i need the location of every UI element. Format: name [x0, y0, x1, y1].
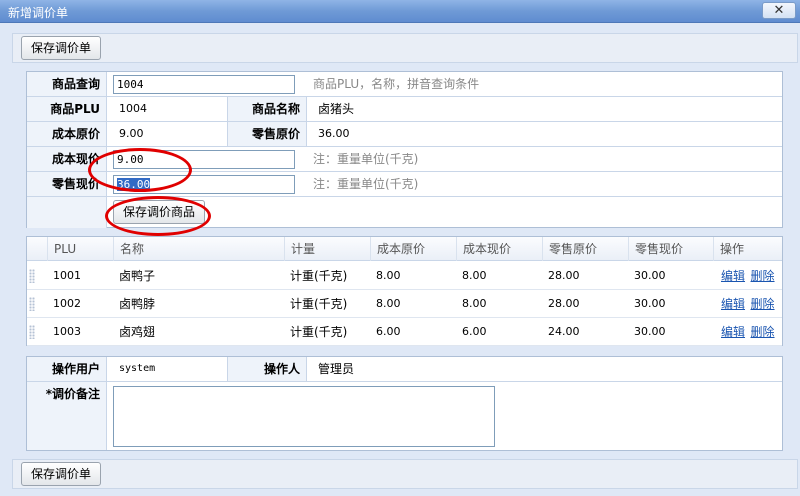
name-label: 商品名称 [227, 97, 307, 121]
row-cost-orig: 6.00 [376, 325, 401, 338]
user-value: system [119, 363, 156, 374]
row-plu: 1002 [53, 297, 81, 310]
row-name: 卤鸡翅 [119, 325, 156, 339]
edit-link[interactable]: 编辑 [721, 269, 745, 283]
col-unit: 计量 [284, 237, 370, 261]
row-retail-now: 30.00 [634, 269, 666, 282]
col-plu: PLU [47, 237, 119, 261]
col-cost-now: 成本现价 [456, 237, 542, 261]
row-name: 卤鸭脖 [119, 297, 156, 311]
row-retail-orig: 28.00 [548, 297, 580, 310]
window-titlebar: 新增调价单 ✕ [0, 0, 800, 23]
delete-link[interactable]: 删除 [751, 297, 775, 311]
query-input[interactable]: 1004 [113, 75, 295, 94]
delete-link[interactable]: 删除 [751, 269, 775, 283]
orig-price-row: 成本原价 9.00 零售原价 36.00 [27, 122, 782, 147]
row-retail-now: 30.00 [634, 325, 666, 338]
plu-label: 商品PLU [27, 97, 107, 121]
row-retail-now: 30.00 [634, 297, 666, 310]
save-order-button-top[interactable]: 保存调价单 [21, 36, 101, 60]
row-actions: 编辑 删除 [715, 318, 775, 346]
user-label: 操作用户 [27, 357, 107, 381]
plu-value: 1004 [119, 102, 147, 115]
table-row: 1001 卤鸭子 计重(千克) 8.00 8.00 28.00 30.00 编辑… [27, 262, 782, 290]
row-name: 卤鸭子 [119, 269, 156, 283]
row-retail-orig: 28.00 [548, 269, 580, 282]
query-row: 商品查询 1004 商品PLU，名称，拼音查询条件 [27, 72, 782, 97]
edit-link[interactable]: 编辑 [721, 325, 745, 339]
plu-row: 商品PLU 1004 商品名称 卤猪头 [27, 97, 782, 122]
row-unit: 计重(千克) [290, 297, 348, 311]
row-actions: 编辑 删除 [715, 262, 775, 290]
save-order-button-bottom[interactable]: 保存调价单 [21, 462, 101, 486]
row-unit: 计重(千克) [290, 325, 348, 339]
row-actions: 编辑 删除 [715, 290, 775, 318]
item-grid: PLU 名称 计量 成本原价 成本现价 零售原价 零售现价 操作 1001 卤鸭… [26, 236, 783, 346]
row-cost-now: 8.00 [462, 297, 487, 310]
order-info-panel: 操作用户 system 操作人 管理员 *调价备注 [26, 356, 783, 451]
col-name: 名称 [113, 237, 285, 261]
delete-link[interactable]: 删除 [751, 325, 775, 339]
drag-handle-icon[interactable] [29, 297, 35, 311]
retail-now-hint: 注：重量单位(千克) [313, 177, 419, 191]
row-cost-orig: 8.00 [376, 297, 401, 310]
note-label: *调价备注 [27, 382, 107, 450]
row-unit: 计重(千克) [290, 269, 348, 283]
bottom-toolbar: 保存调价单 [12, 459, 798, 489]
drag-handle-icon[interactable] [29, 269, 35, 283]
retail-orig-label: 零售原价 [227, 122, 307, 146]
grid-header: PLU 名称 计量 成本原价 成本现价 零售原价 零售现价 操作 [27, 237, 782, 261]
row-plu: 1003 [53, 325, 81, 338]
operator-label: 操作人 [227, 357, 307, 381]
table-row: 1002 卤鸭脖 计重(千克) 8.00 8.00 28.00 30.00 编辑… [27, 290, 782, 318]
operator-value: 管理员 [318, 362, 355, 376]
col-retail-now: 零售现价 [628, 237, 714, 261]
row-plu: 1001 [53, 269, 81, 282]
table-row: 1003 卤鸡翅 计重(千克) 6.00 6.00 24.00 30.00 编辑… [27, 318, 782, 346]
row-cost-now: 8.00 [462, 269, 487, 282]
cost-orig-label: 成本原价 [27, 122, 107, 146]
window-title: 新增调价单 [8, 6, 69, 20]
operator-row: 操作用户 system 操作人 管理员 [27, 357, 782, 382]
query-hint: 商品PLU，名称，拼音查询条件 [313, 77, 480, 91]
query-label: 商品查询 [27, 72, 107, 96]
col-cost-orig: 成本原价 [370, 237, 456, 261]
annotation-ellipse-cost [88, 148, 192, 192]
col-retail-orig: 零售原价 [542, 237, 628, 261]
edit-link[interactable]: 编辑 [721, 297, 745, 311]
cost-now-hint: 注：重量单位(千克) [313, 152, 419, 166]
top-toolbar: 保存调价单 [12, 33, 798, 63]
cost-orig-value: 9.00 [119, 127, 144, 140]
note-textarea[interactable] [113, 386, 495, 447]
col-actions: 操作 [713, 237, 782, 261]
row-retail-orig: 24.00 [548, 325, 580, 338]
retail-orig-value: 36.00 [318, 127, 350, 140]
annotation-ellipse-save [105, 196, 211, 236]
row-cost-now: 6.00 [462, 325, 487, 338]
close-icon[interactable]: ✕ [762, 2, 796, 19]
name-value: 卤猪头 [318, 102, 355, 116]
save-item-row-label [27, 197, 107, 228]
window-body: 保存调价单 商品查询 1004 商品PLU，名称，拼音查询条件 商品PLU 10… [0, 23, 800, 496]
row-cost-orig: 8.00 [376, 269, 401, 282]
drag-handle-icon[interactable] [29, 325, 35, 339]
